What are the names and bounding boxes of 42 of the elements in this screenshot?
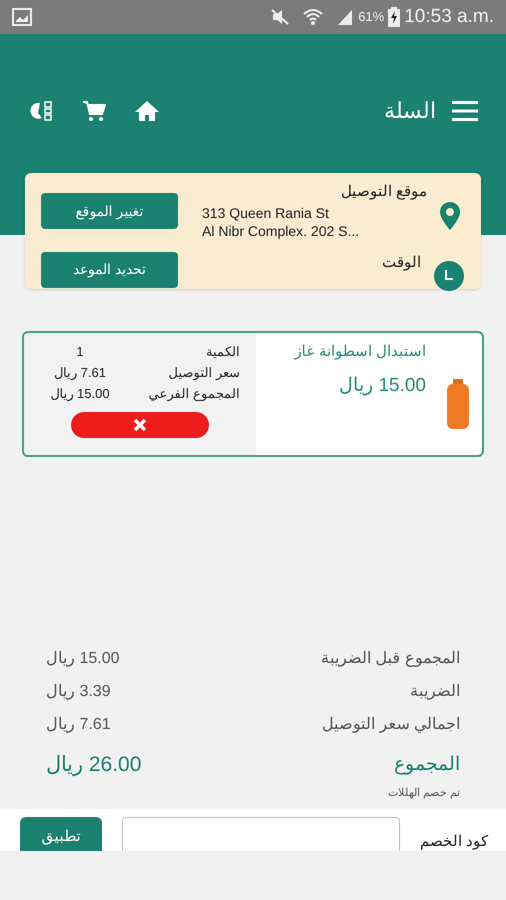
schedule-button[interactable]: تحديد الموعد (41, 252, 178, 288)
delivery-location-label: موقع التوصيل (340, 182, 427, 202)
cart-icon[interactable] (82, 100, 106, 122)
remove-item-button[interactable] (71, 412, 209, 438)
total-value: 26.00 ريال (46, 752, 142, 778)
time-label: الوقت (381, 252, 421, 273)
battery-percent: 61% (358, 8, 384, 26)
summary-value: 3.39 ريال (46, 682, 111, 702)
clock-time: 10:53 a.m. (404, 4, 494, 29)
signal-icon (336, 8, 354, 26)
battery-icon (388, 7, 400, 27)
discount-code-field[interactable] (122, 817, 400, 851)
total-label: المجموع (394, 752, 460, 777)
location-pin-icon (439, 201, 461, 231)
rounding-note: تم خصم الهللات (386, 786, 460, 801)
summary-label: الضريبة (410, 682, 460, 702)
detail-value: 7.61 ريال (53, 364, 107, 382)
discount-code-label: كود الخصم (420, 832, 488, 851)
item-price: 15.00 ريال (339, 374, 426, 398)
gas-cylinder-icon (446, 379, 470, 429)
item-name: استبدال اسطوانة غاز (294, 342, 426, 362)
gallery-icon (12, 8, 32, 26)
wifi-icon (302, 8, 324, 26)
close-icon (133, 418, 147, 432)
apply-button[interactable]: تطبيق (20, 817, 102, 851)
summary-value: 15.00 ريال (46, 649, 120, 669)
delivery-address: 313 Queen Rania St Al Nibr Complex. 202 S... (202, 204, 360, 240)
page-title: السلة (384, 97, 436, 125)
summary-label: اجمالي سعر التوصيل (322, 715, 460, 735)
summary-value: 7.61 ريال (46, 715, 111, 735)
detail-value: 1 (75, 343, 85, 361)
mute-icon (270, 8, 290, 26)
refresh-list-icon[interactable] (28, 98, 54, 122)
change-location-button[interactable]: تغيير الموقع (41, 193, 178, 229)
menu-icon[interactable] (452, 100, 478, 122)
summary-label: المجموع قبل الضريبة (321, 649, 460, 669)
detail-label: الكمية (206, 343, 240, 361)
detail-value: 15.00 ريال (49, 385, 111, 404)
detail-label: سعر التوصيل (168, 364, 240, 382)
clock-icon (433, 260, 465, 292)
home-icon[interactable] (134, 100, 160, 122)
detail-label: المجموع الفرعي (148, 385, 240, 404)
